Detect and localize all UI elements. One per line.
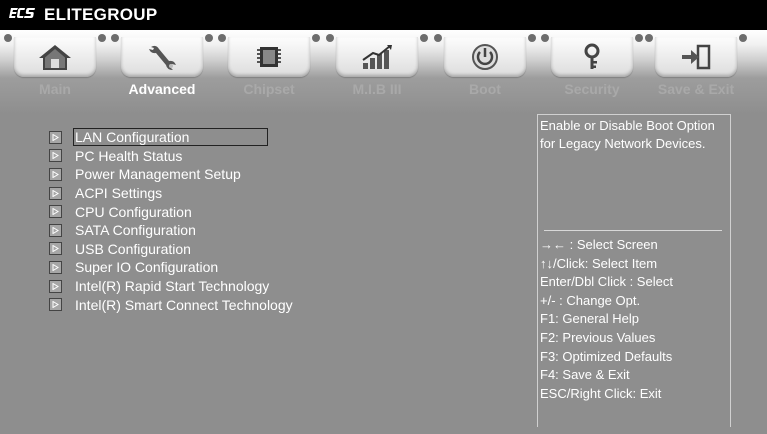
menu-item-label: LAN Configuration bbox=[72, 128, 269, 147]
home-icon[interactable] bbox=[14, 37, 96, 77]
title-bar: ELITEGROUP bbox=[0, 0, 767, 30]
key-hint-select-item: ↑↓/Click: Select Item bbox=[540, 255, 658, 271]
menu-item-label: USB Configuration bbox=[75, 240, 191, 257]
menu-item-smart-connect-technology[interactable]: Intel(R) Smart Connect Technology bbox=[49, 295, 349, 314]
menu-item-label: Intel(R) Smart Connect Technology bbox=[75, 296, 293, 313]
menu-item-power-management-setup[interactable]: Power Management Setup bbox=[49, 165, 349, 184]
menu-item-label: ACPI Settings bbox=[75, 185, 163, 202]
tab-advanced[interactable]: Advanced bbox=[107, 30, 217, 114]
menu-item-super-io-configuration[interactable]: Super IO Configuration bbox=[49, 258, 349, 277]
submenu-arrow-icon bbox=[49, 260, 62, 274]
chip-icon[interactable] bbox=[228, 37, 310, 77]
submenu-arrow-icon bbox=[49, 223, 62, 237]
tab-label: Chipset bbox=[243, 81, 295, 97]
key-hint-optimized-defaults: F3: Optimized Defaults bbox=[540, 348, 673, 364]
tab-bump bbox=[218, 34, 226, 42]
tab-label: Boot bbox=[469, 81, 501, 97]
power-icon[interactable] bbox=[444, 37, 526, 77]
menu-item-sata-configuration[interactable]: SATA Configuration bbox=[49, 221, 349, 240]
menu-item-label: SATA Configuration bbox=[75, 222, 196, 239]
tab-label: Main bbox=[39, 81, 71, 97]
tab-main[interactable]: Main bbox=[0, 30, 110, 114]
tab-bump bbox=[326, 34, 334, 42]
submenu-arrow-icon bbox=[49, 130, 62, 144]
menu-item-label: Super IO Configuration bbox=[75, 259, 219, 276]
key-icon[interactable] bbox=[551, 37, 633, 77]
tab-bump bbox=[205, 34, 213, 42]
submenu-arrow-icon bbox=[49, 149, 62, 163]
key-hint-exit: ESC/Right Click: Exit bbox=[540, 385, 662, 401]
tab-mib-iii[interactable]: M.I.B III bbox=[322, 30, 432, 114]
key-hint-select: Enter/Dbl Click : Select bbox=[540, 274, 673, 290]
tab-bump bbox=[4, 34, 12, 42]
tab-bump bbox=[739, 34, 747, 42]
tab-label: M.I.B III bbox=[352, 81, 402, 97]
submenu-arrow-icon bbox=[49, 186, 62, 200]
tab-bump bbox=[541, 34, 549, 42]
tab-bar: Main Advanced Chipset M.I.B III Boot Sec… bbox=[0, 30, 767, 114]
help-divider bbox=[544, 230, 722, 231]
menu-item-rapid-start-technology[interactable]: Intel(R) Rapid Start Technology bbox=[49, 277, 349, 296]
tab-bump bbox=[111, 34, 119, 42]
key-hint-change-opt: +/- : Change Opt. bbox=[540, 292, 641, 308]
tab-bump bbox=[645, 34, 653, 42]
submenu-arrow-icon bbox=[49, 167, 62, 181]
key-legend: →← : Select Screen ↑↓/Click: Select Item… bbox=[540, 236, 728, 403]
menu-item-pc-health-status[interactable]: PC Health Status bbox=[49, 147, 349, 166]
menu-item-usb-configuration[interactable]: USB Configuration bbox=[49, 240, 349, 259]
menu-item-label: Power Management Setup bbox=[75, 166, 241, 183]
advanced-page: LAN Configuration PC Health Status Power… bbox=[6, 114, 761, 427]
ecs-logo-icon bbox=[8, 5, 38, 26]
menu-item-label: Intel(R) Rapid Start Technology bbox=[75, 278, 270, 295]
key-hint-general-help: F1: General Help bbox=[540, 311, 639, 327]
submenu-arrow-icon bbox=[49, 279, 62, 293]
tab-label: Advanced bbox=[128, 81, 196, 97]
submenu-arrow-icon bbox=[49, 298, 62, 312]
menu-item-cpu-configuration[interactable]: CPU Configuration bbox=[49, 202, 349, 221]
tab-boot[interactable]: Boot bbox=[430, 30, 540, 114]
tab-label: Save & Exit bbox=[657, 81, 735, 97]
key-hint-save-exit: F4: Save & Exit bbox=[540, 367, 630, 383]
submenu-arrow-icon bbox=[49, 205, 62, 219]
menu-item-lan-configuration[interactable]: LAN Configuration bbox=[49, 128, 349, 147]
key-hint-select-screen: →← : Select Screen bbox=[540, 237, 658, 252]
menu-item-label: CPU Configuration bbox=[75, 203, 192, 220]
key-hint-previous-values: F2: Previous Values bbox=[540, 329, 656, 345]
bar-chart-icon[interactable] bbox=[336, 37, 418, 77]
tab-bump bbox=[420, 34, 428, 42]
menu-item-label: PC Health Status bbox=[75, 147, 183, 164]
wrench-icon[interactable] bbox=[121, 37, 203, 77]
exit-icon[interactable] bbox=[655, 37, 737, 77]
brand-logo: ELITEGROUP bbox=[8, 5, 158, 26]
tab-security[interactable]: Security bbox=[537, 30, 647, 114]
tab-chipset[interactable]: Chipset bbox=[214, 30, 324, 114]
tab-bump bbox=[528, 34, 536, 42]
tab-bump bbox=[312, 34, 320, 42]
tab-save-exit[interactable]: Save & Exit bbox=[641, 30, 751, 114]
tab-bump bbox=[98, 34, 106, 42]
help-panel: Enable or Disable Boot Option for Legacy… bbox=[537, 114, 731, 427]
tab-bump bbox=[434, 34, 442, 42]
brand-name: ELITEGROUP bbox=[44, 5, 158, 24]
menu-item-acpi-settings[interactable]: ACPI Settings bbox=[49, 184, 349, 203]
tab-label: Security bbox=[564, 81, 620, 97]
help-description: Enable or Disable Boot Option for Legacy… bbox=[540, 118, 715, 151]
submenu-arrow-icon bbox=[49, 242, 62, 256]
menu-list: LAN Configuration PC Health Status Power… bbox=[49, 128, 349, 314]
